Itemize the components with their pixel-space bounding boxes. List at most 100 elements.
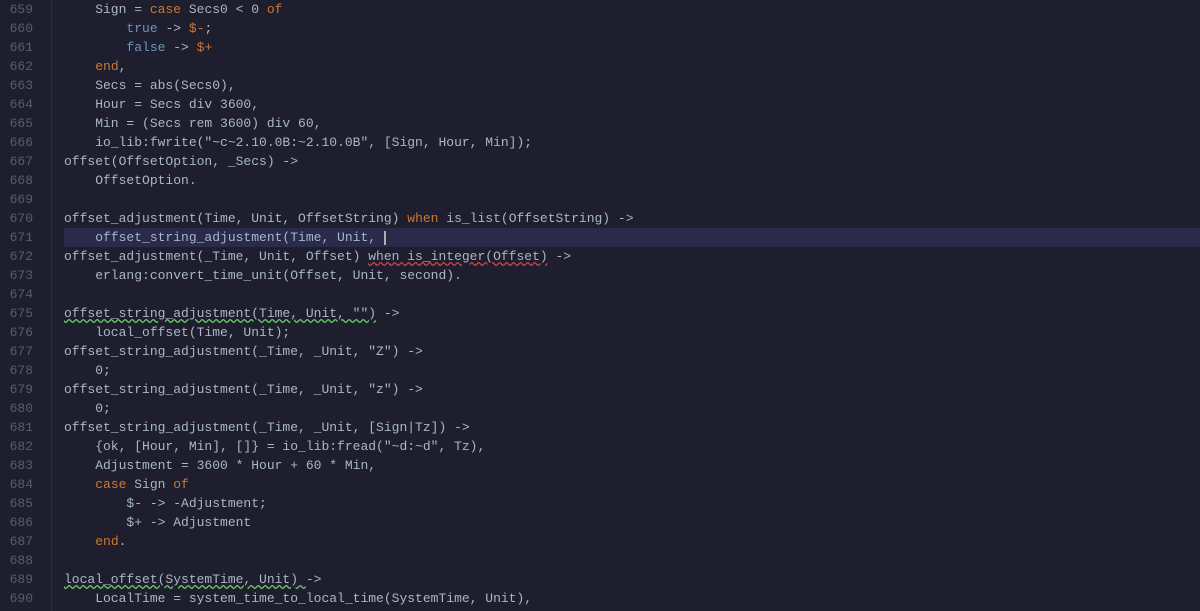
code-line: offset_adjustment(_Time, Unit, Offset) w…: [64, 247, 1200, 266]
code-token: ,: [119, 57, 127, 76]
code-token: 0;: [64, 399, 111, 418]
line-number: 686: [0, 513, 43, 532]
code-line: end,: [64, 57, 1200, 76]
code-line: false -> $+: [64, 38, 1200, 57]
code-line: Adjustment = 3600 * Hour + 60 * Min,: [64, 456, 1200, 475]
code-token: ->: [165, 38, 196, 57]
code-token: [64, 57, 95, 76]
code-token: offset_string_adjustment(Time, Unit, ""): [64, 304, 376, 323]
code-line: offset(OffsetOption, _Secs) ->: [64, 152, 1200, 171]
line-number: 675: [0, 304, 43, 323]
code-line: end.: [64, 532, 1200, 551]
code-token: Min = (Secs rem 3600) div 60,: [64, 114, 321, 133]
code-token: {ok, [Hour, Min], []} = io_lib:fread("~d…: [64, 437, 485, 456]
code-token: ;: [204, 19, 212, 38]
line-number: 668: [0, 171, 43, 190]
code-token: ->: [306, 570, 322, 589]
code-token: $-: [189, 19, 205, 38]
line-number: 676: [0, 323, 43, 342]
line-number: 666: [0, 133, 43, 152]
code-line: offset_string_adjustment(Time, Unit,: [64, 228, 1200, 247]
code-token: ->: [376, 304, 399, 323]
code-token: 0;: [64, 361, 111, 380]
line-number: 677: [0, 342, 43, 361]
line-number: 687: [0, 532, 43, 551]
code-token: is_list(OffsetString) ->: [438, 209, 633, 228]
text-cursor: [384, 231, 386, 245]
code-line: Hour = Secs div 3600,: [64, 95, 1200, 114]
code-line: {ok, [Hour, Min], []} = io_lib:fread("~d…: [64, 437, 1200, 456]
code-line: offset_string_adjustment(Time, Unit, "")…: [64, 304, 1200, 323]
code-token: when is_integer(Offset): [368, 247, 547, 266]
line-number: 678: [0, 361, 43, 380]
code-token: end: [95, 57, 118, 76]
line-number: 674: [0, 285, 43, 304]
code-line: LocalTime = system_time_to_local_time(Sy…: [64, 589, 1200, 608]
code-token: offset_string_adjustment(_Time, _Unit, […: [64, 418, 470, 437]
code-token: Secs = abs(Secs0),: [64, 76, 236, 95]
code-token: Hour = Secs div 3600,: [64, 95, 259, 114]
line-number: 664: [0, 95, 43, 114]
code-token: erlang:convert_time_unit(Offset, Unit, s…: [64, 266, 462, 285]
code-token: [64, 532, 95, 551]
code-line: local_offset(Time, Unit);: [64, 323, 1200, 342]
code-token: offset_string_adjustment(Time, Unit,: [64, 228, 384, 247]
code-token: when: [407, 209, 438, 228]
code-line: offset_adjustment(Time, Unit, OffsetStri…: [64, 209, 1200, 228]
code-token: Secs0 < 0: [181, 0, 267, 19]
code-token: offset_adjustment(_Time, Unit, Offset): [64, 247, 368, 266]
code-token: Sign: [126, 475, 173, 494]
line-number: 681: [0, 418, 43, 437]
line-number: 680: [0, 399, 43, 418]
code-token: ->: [158, 19, 189, 38]
code-line: local_offset(SystemTime, Unit) ->: [64, 570, 1200, 589]
code-token: Sign =: [64, 0, 150, 19]
code-line: true -> $-;: [64, 19, 1200, 38]
code-token: $- -> -Adjustment;: [64, 494, 267, 513]
line-number: 682: [0, 437, 43, 456]
code-token: true: [126, 19, 157, 38]
code-token: offset_string_adjustment(_Time, _Unit, "…: [64, 342, 423, 361]
line-number: 673: [0, 266, 43, 285]
code-token: Adjustment = 3600 * Hour + 60 * Min,: [64, 456, 376, 475]
code-token: OffsetOption.: [64, 171, 197, 190]
line-number: 672: [0, 247, 43, 266]
code-line: 0;: [64, 361, 1200, 380]
line-number: 683: [0, 456, 43, 475]
line-number: 661: [0, 38, 43, 57]
line-number: 688: [0, 551, 43, 570]
code-line: 0;: [64, 399, 1200, 418]
code-editor: 6596606616626636646656666676686696706716…: [0, 0, 1200, 611]
line-numbers: 6596606616626636646656666676686696706716…: [0, 0, 52, 611]
code-token: of: [173, 475, 189, 494]
code-line: Min = (Secs rem 3600) div 60,: [64, 114, 1200, 133]
code-token: offset_string_adjustment(_Time, _Unit, "…: [64, 380, 423, 399]
code-token: [64, 19, 126, 38]
code-line: [64, 190, 1200, 209]
code-line: [64, 285, 1200, 304]
line-number: 690: [0, 589, 43, 608]
line-number: 689: [0, 570, 43, 589]
code-line: offset_string_adjustment(_Time, _Unit, "…: [64, 342, 1200, 361]
code-token: $+: [197, 38, 213, 57]
code-line: io_lib:fwrite("~c~2.10.0B:~2.10.0B", [Si…: [64, 133, 1200, 152]
code-line: offset_string_adjustment(_Time, _Unit, […: [64, 418, 1200, 437]
code-token: ->: [548, 247, 571, 266]
line-number: 685: [0, 494, 43, 513]
code-line: case Sign of: [64, 475, 1200, 494]
line-number: 669: [0, 190, 43, 209]
code-line: $+ -> Adjustment: [64, 513, 1200, 532]
code-token: .: [119, 532, 127, 551]
code-content[interactable]: Sign = case Secs0 < 0 of true -> $-; fal…: [52, 0, 1200, 611]
code-token: of: [267, 0, 283, 19]
line-number: 667: [0, 152, 43, 171]
code-token: end: [95, 532, 118, 551]
code-token: offset(OffsetOption, _Secs) ->: [64, 152, 298, 171]
code-line: $- -> -Adjustment;: [64, 494, 1200, 513]
code-line: offset_string_adjustment(_Time, _Unit, "…: [64, 380, 1200, 399]
code-token: local_offset(Time, Unit);: [64, 323, 290, 342]
line-number: 671: [0, 228, 43, 247]
line-number: 665: [0, 114, 43, 133]
code-token: io_lib:fwrite("~c~2.10.0B:~2.10.0B", [Si…: [64, 133, 532, 152]
code-token: false: [126, 38, 165, 57]
